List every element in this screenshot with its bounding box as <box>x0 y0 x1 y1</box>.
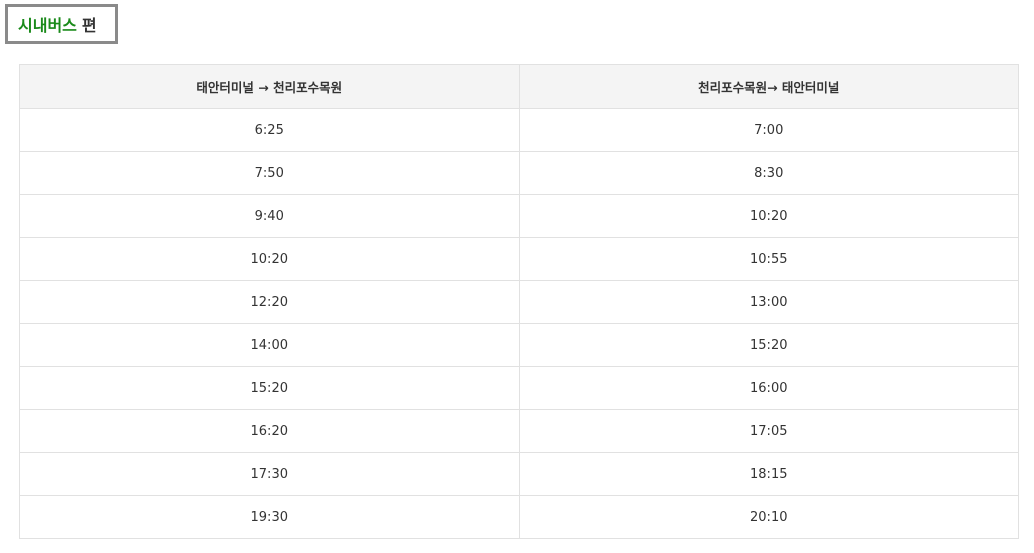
outbound-time: 15:20 <box>19 366 520 410</box>
inbound-time: 20:10 <box>518 495 1019 539</box>
table-row: 14:00 15:20 <box>19 323 1019 367</box>
inbound-time: 15:20 <box>518 323 1019 367</box>
header-outbound: 태안터미널 → 천리포수목원 <box>19 64 520 109</box>
section-title-box: 시내버스 편 <box>5 4 118 44</box>
outbound-time: 10:20 <box>19 237 520 281</box>
outbound-time: 19:30 <box>19 495 520 539</box>
inbound-time: 17:05 <box>518 409 1019 453</box>
outbound-time: 17:30 <box>19 452 520 496</box>
table-row: 7:50 8:30 <box>19 151 1019 195</box>
outbound-time: 7:50 <box>19 151 520 195</box>
table-row: 16:20 17:05 <box>19 409 1019 453</box>
outbound-time: 14:00 <box>19 323 520 367</box>
outbound-time: 16:20 <box>19 409 520 453</box>
table-row: 15:20 16:00 <box>19 366 1019 410</box>
table-row: 6:25 7:00 <box>19 108 1019 152</box>
inbound-time: 18:15 <box>518 452 1019 496</box>
inbound-time: 10:55 <box>518 237 1019 281</box>
table-row: 19:30 20:10 <box>19 495 1019 539</box>
table-row: 9:40 10:20 <box>19 194 1019 238</box>
inbound-time: 10:20 <box>518 194 1019 238</box>
header-inbound: 천리포수목원→ 태안터미널 <box>518 64 1019 109</box>
inbound-time: 13:00 <box>518 280 1019 324</box>
table-row: 10:20 10:55 <box>19 237 1019 281</box>
section-title-suffix: 편 <box>81 16 97 35</box>
outbound-time: 12:20 <box>19 280 520 324</box>
table-row: 12:20 13:00 <box>19 280 1019 324</box>
inbound-time: 8:30 <box>518 151 1019 195</box>
inbound-time: 7:00 <box>518 108 1019 152</box>
outbound-time: 6:25 <box>19 108 520 152</box>
inbound-time: 16:00 <box>518 366 1019 410</box>
table-row: 17:30 18:15 <box>19 452 1019 496</box>
table-header-row: 태안터미널 → 천리포수목원 천리포수목원→ 태안터미널 <box>19 64 1019 109</box>
outbound-time: 9:40 <box>19 194 520 238</box>
section-title-accent: 시내버스 <box>18 16 77 35</box>
bus-schedule-table: 태안터미널 → 천리포수목원 천리포수목원→ 태안터미널 6:25 7:00 7… <box>19 64 1019 539</box>
